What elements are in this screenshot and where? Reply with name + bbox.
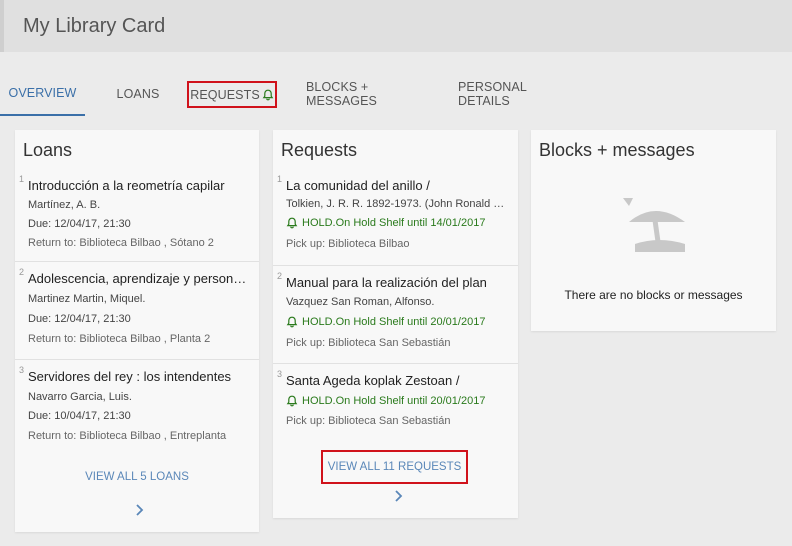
bell-icon (286, 217, 298, 229)
loan-author: Martínez, A. B. (28, 199, 101, 211)
tab-personal-label: PERSONAL DETAILS (458, 80, 527, 108)
loan-title[interactable]: Adolescencia, aprendizaje y personalidad (28, 271, 248, 286)
loan-return-location: Return to: Biblioteca Bilbao , Sótano 2 (28, 237, 214, 249)
loan-item[interactable]: 1 Introducción a la reometría capilar Ma… (15, 170, 259, 262)
view-all-loans-link[interactable]: VIEW ALL 5 LOANS (15, 471, 259, 483)
loan-author: Navarro Garcia, Luis. (28, 391, 132, 403)
tab-personal-details[interactable]: PERSONAL DETAILS (458, 72, 580, 116)
requests-card-title: Requests (281, 140, 358, 160)
bell-icon (286, 316, 298, 328)
item-number: 2 (19, 267, 25, 277)
request-status-text: HOLD.On Hold Shelf until 14/01/2017 (302, 217, 486, 229)
loan-due-date: Due: 12/04/17, 21:30 (28, 313, 131, 325)
empty-state-message: There are no blocks or messages (564, 288, 743, 302)
request-pickup: Pick up: Biblioteca Bilbao (286, 238, 410, 250)
page-header: My Library Card (0, 0, 792, 52)
chevron-right-icon[interactable] (390, 488, 406, 504)
tab-loans[interactable]: LOANS (110, 72, 166, 116)
request-author: Tolkien, J. R. R. 1892-1973. (John Ronal… (286, 198, 508, 210)
request-status: HOLD.On Hold Shelf until 20/01/2017 (286, 316, 508, 328)
blocks-messages-card: Blocks + messages There are no blocks or… (531, 130, 776, 331)
request-item[interactable]: 2 Manual para la realización del plan Va… (273, 267, 518, 364)
bell-icon (262, 89, 274, 100)
beach-umbrella-icon (623, 198, 685, 252)
item-number: 1 (277, 174, 283, 184)
item-number: 2 (277, 271, 283, 281)
tab-loans-label: LOANS (116, 87, 160, 101)
bell-icon (286, 395, 298, 407)
item-number: 1 (19, 174, 25, 184)
loan-title[interactable]: Servidores del rey : los intendentes (28, 369, 248, 384)
request-status-text: HOLD.On Hold Shelf until 20/01/2017 (302, 316, 486, 328)
request-title[interactable]: Manual para la realización del plan (286, 275, 506, 290)
request-pickup: Pick up: Biblioteca San Sebastián (286, 415, 451, 427)
request-title[interactable]: La comunidad del anillo / (286, 178, 506, 193)
loan-item[interactable]: 2 Adolescencia, aprendizaje y personalid… (15, 263, 259, 360)
tab-requests[interactable]: REQUESTS (187, 81, 277, 108)
page-title: My Library Card (23, 15, 166, 37)
loan-title[interactable]: Introducción a la reometría capilar (28, 178, 248, 193)
loan-due-date: Due: 10/04/17, 21:30 (28, 410, 131, 422)
tab-overview[interactable]: OVERVIEW (0, 72, 85, 116)
loans-card-title: Loans (23, 140, 73, 160)
request-item[interactable]: 1 La comunidad del anillo / Tolkien, J. … (273, 170, 518, 266)
request-author: Vazquez San Roman, Alfonso. (286, 296, 435, 308)
request-item[interactable]: 3 Santa Ageda koplak Zestoan / HOLD.On H… (273, 365, 518, 443)
loan-return-location: Return to: Biblioteca Bilbao , Planta 2 (28, 333, 211, 345)
request-status: HOLD.On Hold Shelf until 20/01/2017 (286, 395, 508, 407)
request-status: HOLD.On Hold Shelf until 14/01/2017 (286, 217, 508, 229)
loan-item[interactable]: 3 Servidores del rey : los intendentes N… (15, 361, 259, 453)
loans-card: Loans 1 Introducción a la reometría capi… (15, 130, 259, 532)
request-pickup: Pick up: Biblioteca San Sebastián (286, 337, 451, 349)
item-number: 3 (277, 369, 283, 379)
chevron-right-icon[interactable] (131, 502, 147, 518)
loan-return-location: Return to: Biblioteca Bilbao , Entreplan… (28, 430, 227, 442)
tab-blocks-messages[interactable]: BLOCKS + MESSAGES (306, 72, 434, 116)
loan-due-date: Due: 12/04/17, 21:30 (28, 218, 131, 230)
tab-requests-label: REQUESTS (190, 87, 260, 102)
request-status-text: HOLD.On Hold Shelf until 20/01/2017 (302, 395, 486, 407)
request-title[interactable]: Santa Ageda koplak Zestoan / (286, 373, 506, 388)
tab-bar: OVERVIEW LOANS REQUESTS BLOCKS + MESSAGE… (0, 72, 792, 116)
requests-card: Requests 1 La comunidad del anillo / Tol… (273, 130, 518, 518)
tab-overview-label: OVERVIEW (8, 86, 77, 100)
tab-blocks-label: BLOCKS + MESSAGES (306, 80, 377, 108)
view-all-requests-link[interactable]: VIEW ALL 11 REQUESTS (321, 450, 468, 484)
item-number: 3 (19, 365, 25, 375)
blocks-card-title: Blocks + messages (539, 140, 695, 160)
loan-author: Martinez Martin, Miquel. (28, 293, 146, 305)
